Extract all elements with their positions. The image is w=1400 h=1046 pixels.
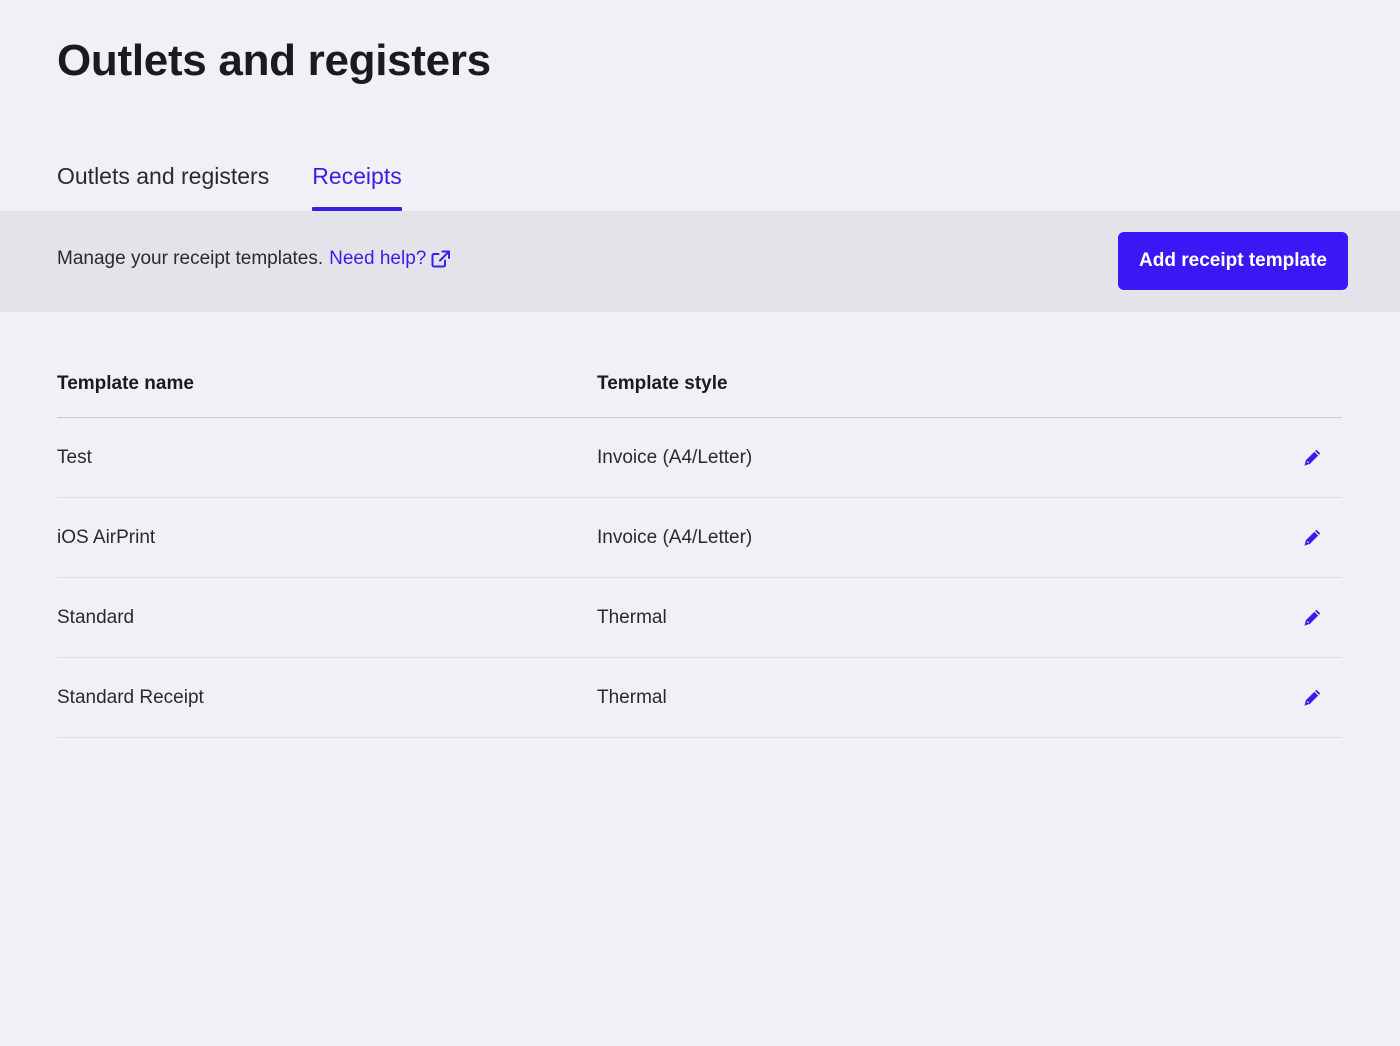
table-header: Template name Template style	[57, 350, 1342, 418]
banner-description: Manage your receipt templates.	[57, 248, 324, 269]
table-row: Test Invoice (A4/Letter)	[57, 418, 1342, 498]
edit-template-button[interactable]	[1301, 446, 1325, 470]
need-help-label: Need help?	[329, 248, 427, 269]
add-receipt-template-button[interactable]: Add receipt template	[1118, 232, 1348, 290]
edit-template-button[interactable]	[1301, 686, 1325, 710]
table-row: iOS AirPrint Invoice (A4/Letter)	[57, 498, 1342, 578]
row-template-style: Thermal	[597, 686, 667, 708]
header-template-style[interactable]: Template style	[597, 373, 1257, 395]
pencil-icon	[1304, 529, 1321, 546]
external-link-icon	[431, 250, 451, 268]
pencil-icon	[1304, 609, 1321, 626]
need-help-link[interactable]: Need help?	[329, 248, 451, 270]
page-title: Outlets and registers	[57, 36, 491, 85]
receipt-templates-table: Template name Template style Test Invoic…	[57, 350, 1342, 738]
banner-text: Manage your receipt templates. Need help…	[57, 248, 451, 270]
receipts-banner: Manage your receipt templates. Need help…	[0, 211, 1400, 312]
row-template-name: Standard	[57, 606, 135, 628]
table-row: Standard Thermal	[57, 578, 1342, 658]
tab-receipts[interactable]: Receipts	[312, 160, 403, 211]
edit-template-button[interactable]	[1301, 606, 1325, 630]
tab-bar: Outlets and registers Receipts	[57, 160, 403, 211]
row-template-name: Test	[57, 446, 92, 468]
pencil-icon	[1304, 689, 1321, 706]
row-template-style: Invoice (A4/Letter)	[597, 526, 753, 548]
row-template-style: Invoice (A4/Letter)	[597, 446, 753, 468]
table-row: Standard Receipt Thermal	[57, 658, 1342, 738]
tab-outlets-and-registers[interactable]: Outlets and registers	[57, 160, 269, 211]
edit-template-button[interactable]	[1301, 526, 1325, 550]
pencil-icon	[1304, 449, 1321, 466]
row-template-style: Thermal	[597, 606, 667, 628]
row-template-name: iOS AirPrint	[57, 526, 156, 548]
row-template-name: Standard Receipt	[57, 686, 204, 708]
header-template-name[interactable]: Template name	[57, 373, 597, 395]
